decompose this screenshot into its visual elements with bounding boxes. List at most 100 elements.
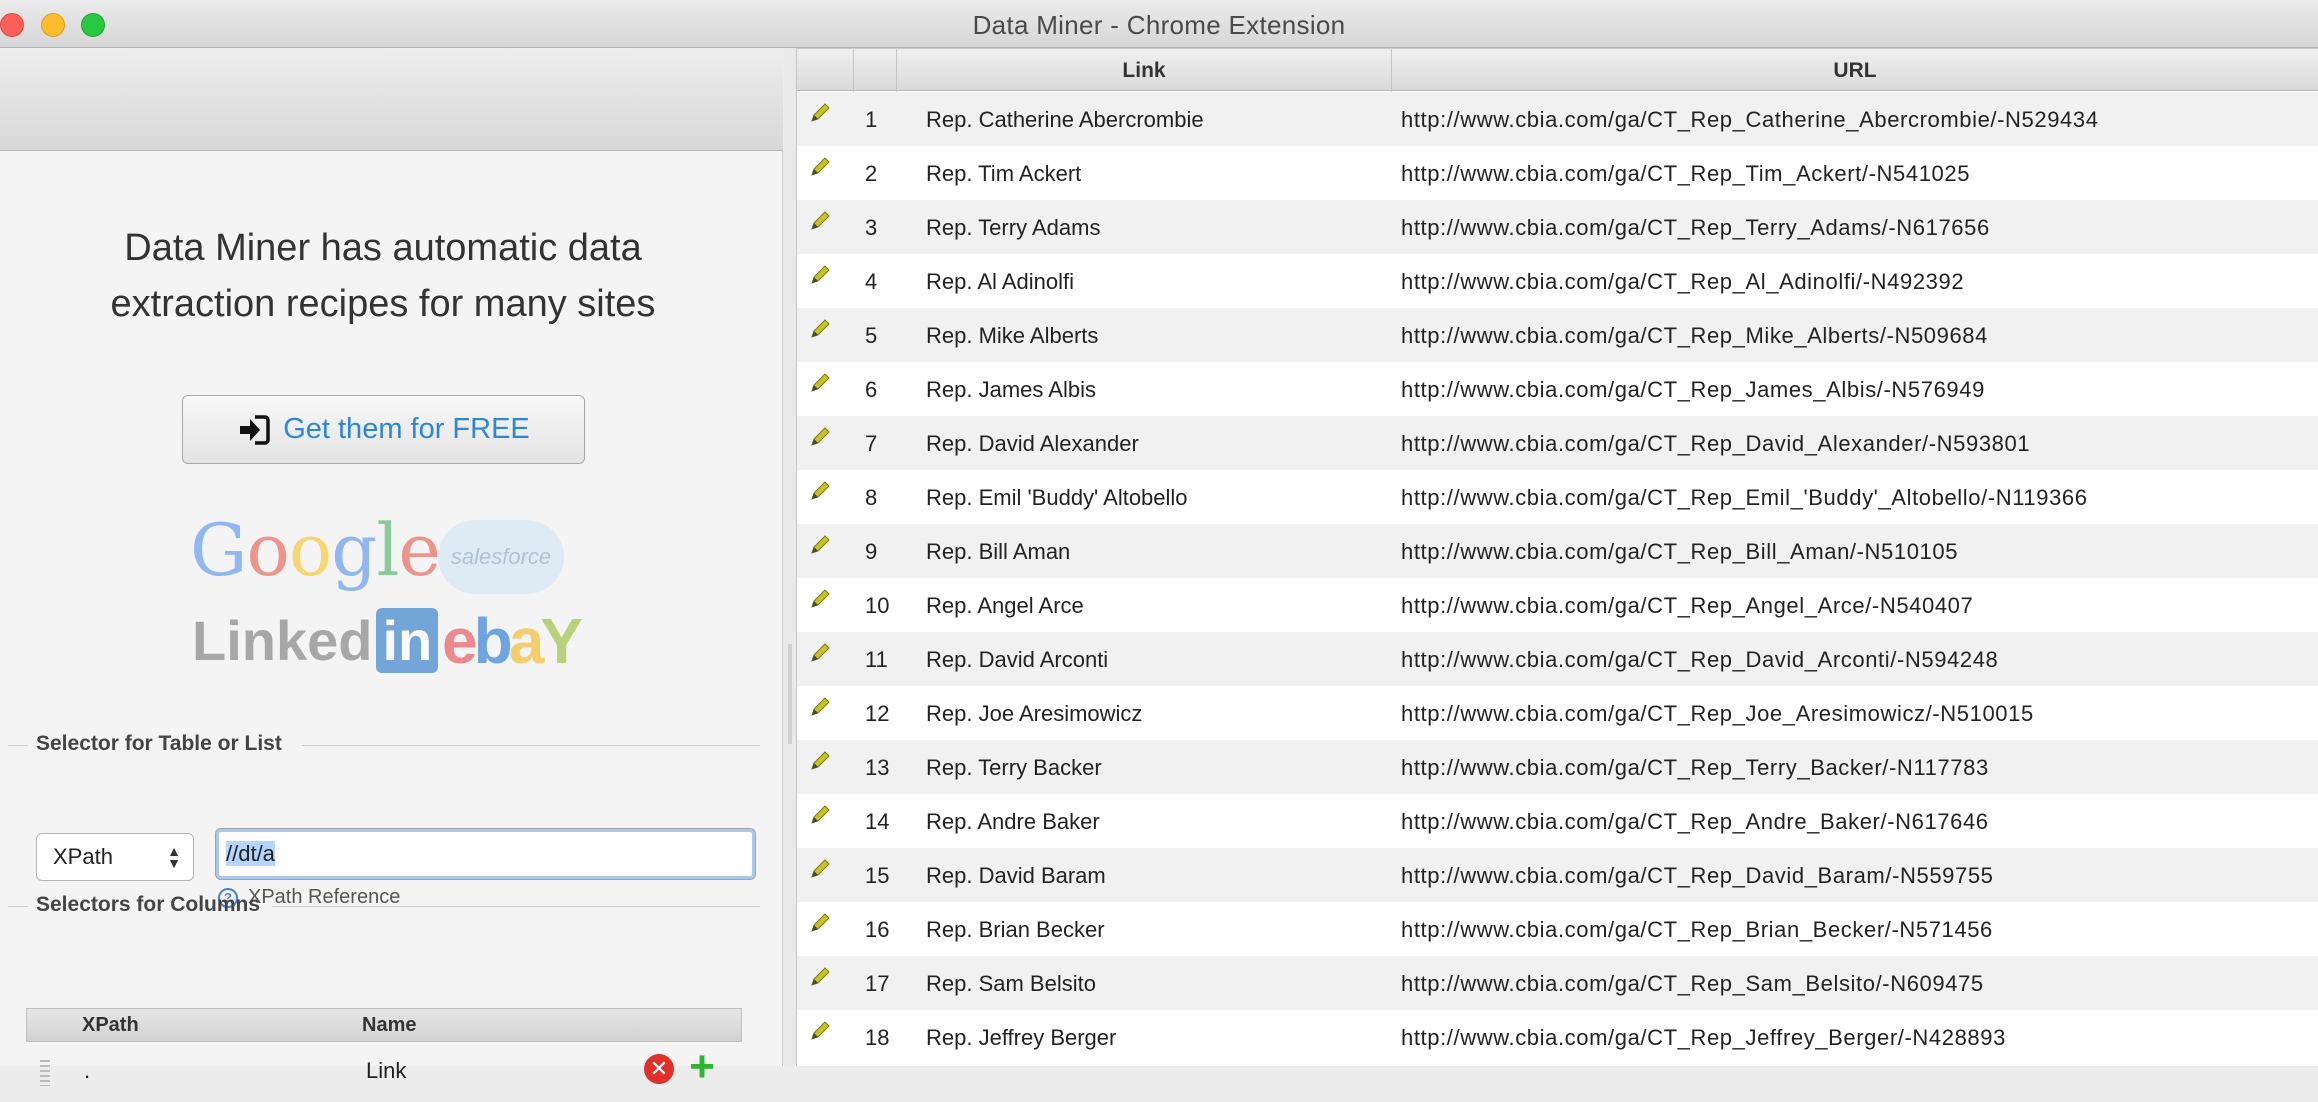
row-number: 1 (865, 107, 878, 132)
row-link: Rep. David Arconti (926, 647, 1109, 672)
row-link: Rep. Jeffrey Berger (926, 1025, 1117, 1050)
pencil-icon[interactable] (809, 318, 831, 340)
row-link: Rep. Al Adinolfi (926, 269, 1074, 294)
row-url: http://www.cbia.com/ga/CT_Rep_David_Arco… (1401, 647, 1999, 672)
row-url: http://www.cbia.com/ga/CT_Rep_David_Alex… (1401, 431, 2031, 456)
pencil-icon[interactable] (809, 858, 831, 880)
row-url: http://www.cbia.com/ga/CT_Rep_James_Albi… (1401, 377, 1985, 402)
row-number: 9 (865, 539, 878, 564)
promo-line-2: extraction recipes for many sites (110, 283, 656, 325)
row-link: Rep. Terry Adams (926, 215, 1101, 240)
selector-type-select[interactable]: XPath ▲ ▼ (36, 833, 194, 881)
table-row[interactable]: 9 Rep. Bill Aman http://www.cbia.com/ga/CT… (797, 524, 2318, 578)
pencil-icon[interactable] (809, 426, 831, 448)
table-row[interactable]: 4 Rep. Al Adinolfi http://www.cbia.com/ga/… (797, 254, 2318, 308)
row-link: Rep. David Baram (926, 863, 1106, 888)
row-number: 18 (865, 1025, 890, 1050)
pencil-icon[interactable] (809, 372, 831, 394)
pencil-icon[interactable] (809, 1020, 831, 1042)
table-row[interactable]: 3 Rep. Terry Adams http://www.cbia.com/ga/… (797, 200, 2318, 254)
salesforce-logo: salesforce (438, 520, 564, 594)
pencil-icon[interactable] (809, 480, 831, 502)
pencil-icon[interactable] (809, 642, 831, 664)
drag-handle-icon[interactable] (40, 1060, 50, 1086)
row-url: http://www.cbia.com/ga/CT_Rep_Mike_Alber… (1401, 323, 1988, 348)
linkedin-logo: Linked in (192, 608, 439, 673)
row-number: 12 (865, 701, 890, 726)
pencil-icon[interactable] (809, 534, 831, 556)
xpath-selector-input[interactable]: //dt/a (215, 828, 756, 880)
table-row[interactable]: 8 Rep. Emil 'Buddy' Altobello http://www.c… (797, 470, 2318, 524)
row-number: 7 (865, 431, 878, 456)
row-number: 4 (865, 269, 878, 294)
pencil-icon[interactable] (809, 966, 831, 988)
pencil-icon[interactable] (809, 156, 831, 178)
section-divider (272, 906, 760, 907)
row-link: Rep. Brian Becker (926, 917, 1105, 942)
row-url: http://www.cbia.com/ga/CT_Rep_Joe_Aresim… (1401, 701, 2034, 726)
row-number: 17 (865, 971, 890, 996)
table-selector-heading: Selector for Table or List (36, 732, 282, 755)
row-url: http://www.cbia.com/ga/CT_Rep_Tim_Ackert… (1401, 161, 1971, 186)
window-title: Data Miner - Chrome Extension (972, 10, 1346, 40)
promo-line-1: Data Miner has automatic data (124, 227, 642, 269)
column-header-name: Name (362, 1014, 417, 1036)
row-url: http://www.cbia.com/ga/CT_Rep_Sam_Belsit… (1401, 971, 1984, 996)
plus-icon[interactable]: + (684, 1045, 720, 1089)
row-number: 2 (865, 161, 878, 186)
row-url: http://www.cbia.com/ga/CT_Rep_Terry_Adam… (1401, 215, 1990, 240)
pencil-icon[interactable] (809, 750, 831, 772)
row-url: http://www.cbia.com/ga/CT_Rep_Brian_Beck… (1401, 917, 1993, 942)
row-link: Rep. Bill Aman (926, 539, 1071, 564)
section-divider (8, 745, 28, 746)
row-number: 5 (865, 323, 878, 348)
results-header: Link URL (797, 48, 2318, 92)
table-row[interactable]: 17 Rep. Sam Belsito http://www.cbia.com/ga… (797, 956, 2318, 1010)
row-link: Rep. Angel Arce (926, 593, 1084, 618)
header-url-column[interactable]: URL (1392, 49, 2318, 92)
row-link: Rep. Joe Aresimowicz (926, 701, 1143, 726)
pencil-icon[interactable] (809, 804, 831, 826)
table-row[interactable]: 14 Rep. Andre Baker http://www.cbia.com/ga… (797, 794, 2318, 848)
column-selectors-heading: Selectors for Columns (36, 893, 261, 916)
pencil-icon[interactable] (809, 696, 831, 718)
pencil-icon[interactable] (809, 210, 831, 232)
table-row[interactable]: 16 Rep. Brian Becker http://www.cbia.com/g… (797, 902, 2318, 956)
get-recipes-button[interactable]: Get them for FREE (182, 395, 585, 464)
row-number: 10 (865, 593, 890, 618)
row-link: Rep. Sam Belsito (926, 971, 1096, 996)
sign-in-icon (240, 414, 270, 445)
table-row[interactable]: 13 Rep. Terry Backer http://www.cbia.com/g… (797, 740, 2318, 794)
column-selector-row[interactable]: . Link ✕ + (26, 1042, 742, 1102)
splitter-knob[interactable] (788, 644, 792, 744)
pencil-icon[interactable] (809, 588, 831, 610)
table-row[interactable]: 15 Rep. David Baram http://www.cbia.com/ga… (797, 848, 2318, 902)
table-row[interactable]: 2 Rep. Tim Ackert http://www.cbia.com/ga/C… (797, 146, 2318, 200)
table-row[interactable]: 5 Rep. Mike Alberts http://www.cbia.com/ga… (797, 308, 2318, 362)
pencil-icon[interactable] (809, 912, 831, 934)
row-link: Rep. Andre Baker (926, 809, 1100, 834)
pencil-icon[interactable] (809, 264, 831, 286)
delete-icon[interactable]: ✕ (644, 1054, 674, 1084)
header-link-column[interactable]: Link (897, 49, 1392, 92)
row-number: 16 (865, 917, 890, 942)
table-row[interactable]: 18 Rep. Jeffrey Berger http://www.cbia.com… (797, 1010, 2318, 1064)
header-number-column (854, 49, 897, 92)
pencil-icon[interactable] (809, 102, 831, 124)
row-number: 13 (865, 755, 890, 780)
table-row[interactable]: 7 Rep. David Alexander http://www.cbia.com… (797, 416, 2318, 470)
row-link: Rep. James Albis (926, 377, 1096, 402)
table-row[interactable]: 1 Rep. Catherine Abercrombie http://www.cb… (797, 92, 2318, 146)
selector-type-value: XPath (53, 844, 113, 869)
table-row[interactable]: 11 Rep. David Arconti http://www.cbia.com/… (797, 632, 2318, 686)
results-body: 1 Rep. Catherine Abercrombie http://www.cb… (797, 92, 2318, 1064)
panel-splitter[interactable] (784, 48, 797, 1066)
table-row[interactable]: 10 Rep. Angel Arce http://www.cbia.com/ga/… (797, 578, 2318, 632)
row-link: Rep. Mike Alberts (926, 323, 1099, 348)
table-row[interactable]: 6 Rep. James Albis http://www.cbia.com/ga/… (797, 362, 2318, 416)
row-url: http://www.cbia.com/ga/CT_Rep_Terry_Back… (1401, 755, 1989, 780)
promo-text: Data Miner has automatic data extraction… (0, 220, 766, 332)
row-url: http://www.cbia.com/ga/CT_Rep_Catherine_… (1401, 107, 2099, 132)
row-number: 3 (865, 215, 878, 240)
table-row[interactable]: 12 Rep. Joe Aresimowicz http://www.cbia.co… (797, 686, 2318, 740)
